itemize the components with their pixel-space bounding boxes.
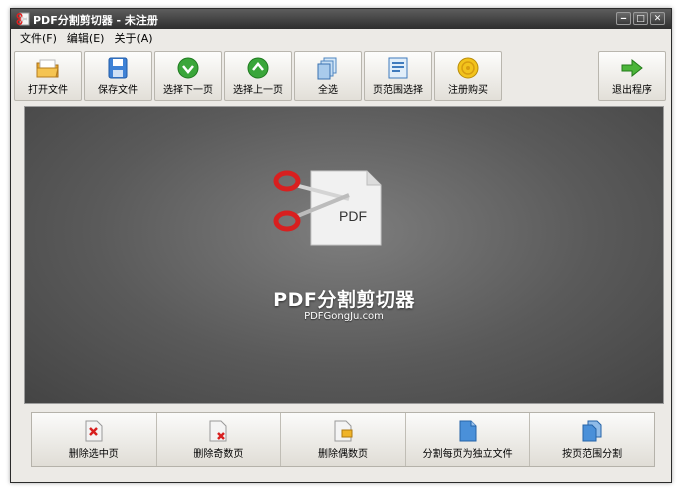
- split-each-page-icon: [459, 420, 477, 442]
- page-range-icon: [388, 57, 408, 79]
- menu-edit[interactable]: 编辑(E): [62, 30, 110, 46]
- page-range-button[interactable]: 页范围选择: [364, 51, 432, 101]
- page-range-label: 页范围选择: [373, 85, 423, 96]
- menu-file[interactable]: 文件(F): [15, 30, 62, 46]
- register-buy-button[interactable]: 注册购买: [434, 51, 502, 101]
- split-range-label: 按页范围分割: [562, 449, 623, 460]
- splash-subtitle: PDFGongJu.com: [304, 311, 384, 322]
- delete-odd-pages-button[interactable]: 删除奇数页: [156, 413, 282, 466]
- menu-about[interactable]: 关于(A): [109, 30, 157, 46]
- prev-page-button[interactable]: 选择上一页: [224, 51, 292, 101]
- next-page-button[interactable]: 选择下一页: [154, 51, 222, 101]
- split-each-label: 分割每页为独立文件: [422, 449, 513, 460]
- prev-page-label: 选择上一页: [233, 85, 283, 96]
- delete-even-label: 删除偶数页: [317, 449, 368, 460]
- splash-title: PDF分割剪切器: [273, 289, 415, 311]
- split-each-page-button[interactable]: 分割每页为独立文件: [405, 413, 531, 466]
- delete-odd-label: 删除奇数页: [193, 449, 244, 460]
- pdf-scissors-logo: PDF: [273, 170, 382, 246]
- exit-button[interactable]: 退出程序: [598, 51, 666, 101]
- select-all-button[interactable]: 全选: [294, 51, 362, 101]
- delete-even-pages-button[interactable]: 删除偶数页: [281, 413, 406, 466]
- minimize-button[interactable]: ‒: [616, 12, 631, 25]
- open-file-button[interactable]: 打开文件: [14, 51, 82, 101]
- split-by-range-button[interactable]: 按页范围分割: [530, 413, 654, 466]
- toolbar: 打开文件 保存文件 选择下一页 选择上一页 全选 页范围选择 注册购买 退出程序: [14, 49, 668, 104]
- page-actions-bar: 删除选中页 删除奇数页 删除偶数页 分割每页为独立文件 按页范围分割: [31, 412, 655, 467]
- app-scissors-icon: [16, 12, 30, 26]
- save-file-label: 保存文件: [98, 85, 138, 96]
- exit-label: 退出程序: [612, 85, 652, 96]
- title-bar[interactable]: PDF分割剪切器 - 未注册 ‒ □ ✕: [11, 9, 671, 29]
- next-page-label: 选择下一页: [163, 85, 213, 96]
- open-file-label: 打开文件: [28, 85, 68, 96]
- gold-coin-icon: [457, 57, 479, 79]
- window-controls: ‒ □ ✕: [616, 12, 665, 25]
- window-title: PDF分割剪切器 - 未注册: [33, 14, 158, 27]
- document-canvas[interactable]: PDF PDF分割剪切器 PDFGongJu.com: [24, 106, 664, 404]
- logo-pdf-text: PDF: [339, 208, 367, 224]
- delete-page-icon: [85, 420, 103, 442]
- save-disk-icon: [108, 57, 128, 79]
- delete-selected-label: 删除选中页: [68, 449, 119, 460]
- register-buy-label: 注册购买: [448, 85, 488, 96]
- green-up-arrow-icon: [247, 57, 269, 79]
- delete-odd-pages-icon: [209, 420, 227, 442]
- maximize-button[interactable]: □: [633, 12, 648, 25]
- green-down-arrow-icon: [177, 57, 199, 79]
- delete-even-pages-icon: [334, 420, 353, 442]
- select-all-label: 全选: [318, 85, 338, 96]
- menu-bar: 文件(F) 编辑(E) 关于(A): [11, 29, 671, 47]
- exit-arrow-icon: [621, 58, 643, 78]
- save-file-button[interactable]: 保存文件: [84, 51, 152, 101]
- open-folder-icon: [36, 59, 59, 78]
- split-by-range-icon: [582, 420, 602, 442]
- delete-selected-page-button[interactable]: 删除选中页: [32, 413, 157, 466]
- app-window: PDF分割剪切器 - 未注册 ‒ □ ✕ 文件(F) 编辑(E) 关于(A) 打…: [10, 8, 672, 483]
- select-all-pages-icon: [317, 57, 337, 80]
- close-button[interactable]: ✕: [650, 12, 665, 25]
